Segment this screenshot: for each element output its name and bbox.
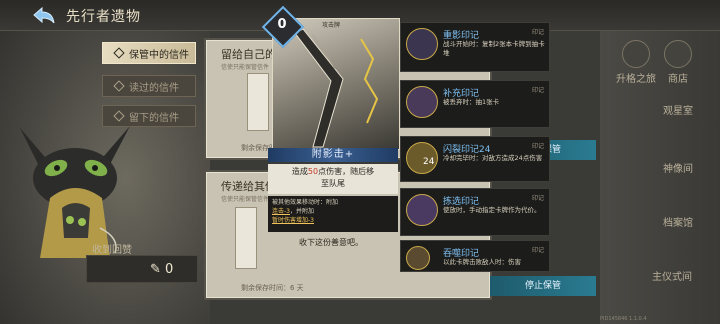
sidebar-item-archive[interactable]: 档案馆 bbox=[648, 214, 708, 229]
letter-subtitle: 信使只能保管信件 bbox=[221, 196, 270, 203]
sidebar-item-idol-hall[interactable]: 神像间 bbox=[648, 160, 708, 175]
card-damage-value: 50 bbox=[307, 167, 319, 176]
seal-card-4: 拣选印记 印记 使放时，手动指定卡牌作为代价。 bbox=[400, 188, 550, 236]
card-preview[interactable] bbox=[247, 73, 269, 131]
tab-read-letters[interactable]: 读过的信件 bbox=[102, 75, 196, 97]
tooltip-temp-damage[interactable]: 暂时伤害增加-3 bbox=[272, 217, 314, 224]
seal-desc: 冷却完毕时：对敌方造成24点伤害 bbox=[443, 154, 543, 162]
letter-subtitle: 信使只能保管信件 bbox=[221, 64, 270, 71]
sidebar-label: 神像间 bbox=[663, 164, 693, 175]
sidebar-item-ritual-hall[interactable]: 主仪式间 bbox=[642, 268, 702, 283]
seal-tag: 印记 bbox=[531, 143, 544, 150]
feather-icon: ✎ bbox=[150, 262, 161, 277]
tab-label: 保管中的信件 bbox=[129, 49, 189, 61]
seal-desc: 被丢弃时：抽1张卡 bbox=[443, 98, 500, 106]
tooltip-line-2: ，并附加 bbox=[289, 208, 314, 215]
stop-keeping-button-2[interactable]: 停止保管 bbox=[490, 276, 596, 296]
tab-label: 读过的信件 bbox=[129, 82, 179, 94]
sidebar-label: 商店 bbox=[668, 74, 688, 85]
received-praise-label: 收到回赞 bbox=[92, 245, 132, 256]
letter-title: 留给自己的 bbox=[221, 48, 276, 61]
devour-seal-icon bbox=[406, 246, 430, 270]
pick-seal-icon bbox=[406, 194, 438, 226]
seal-tag: 印记 bbox=[531, 195, 544, 202]
sidebar-item-shop[interactable]: 商店 bbox=[648, 40, 708, 85]
shop-icon bbox=[664, 40, 692, 68]
seal-card-1: 重影印记 印记 战斗开始时：复制2张本卡牌到抽卡堆 bbox=[400, 22, 550, 72]
seal-desc: 以此卡牌击败敌人时：伤害 bbox=[443, 258, 521, 266]
card-desc-pre: 造成 bbox=[291, 167, 308, 176]
seal-badge: 24 bbox=[423, 157, 435, 167]
sidebar-label: 观星室 bbox=[663, 106, 693, 117]
card-cost-value: 0 bbox=[277, 17, 287, 32]
version-text: PID145846 1.1.0.4 bbox=[600, 316, 647, 322]
card-desc-post: 点伤害，随后移 bbox=[318, 167, 375, 176]
card-desc-line2: 至队尾 bbox=[321, 179, 345, 188]
seal-desc: 战斗开始时：复制2张本卡牌到抽卡堆 bbox=[443, 40, 545, 57]
seal-tag: 印记 bbox=[531, 29, 544, 36]
card-description: 造成50点伤害，随后移 至队尾 bbox=[268, 164, 398, 194]
back-arrow-icon[interactable] bbox=[32, 6, 56, 24]
card-preview[interactable] bbox=[235, 207, 257, 269]
tab-kept-letters[interactable]: 保管中的信件 bbox=[102, 42, 196, 64]
received-count-value: 0 bbox=[165, 262, 174, 277]
received-praise-count: ✎ 0 bbox=[150, 262, 173, 277]
seal-card-3: 24 闪裂印记24 印记 冷却完毕时：对敌方造成24点伤害 bbox=[400, 136, 550, 182]
sidebar-label: 主仪式间 bbox=[652, 272, 692, 283]
seal-card-5: 吞噬印记 印记 以此卡牌击败敌人时：伤害 bbox=[400, 240, 550, 272]
seal-tag: 印记 bbox=[531, 87, 544, 94]
diamond-icon bbox=[113, 47, 125, 59]
sidebar-label: 档案馆 bbox=[663, 218, 693, 229]
seal-tag: 印记 bbox=[531, 247, 544, 254]
seal-card-2: 补充印记 印记 被丢弃时：抽1张卡 bbox=[400, 80, 550, 128]
ascension-icon bbox=[622, 40, 650, 68]
double-shadow-seal-icon bbox=[406, 28, 438, 60]
tooltip-line-1: 被其他效果移动时：附加 bbox=[272, 199, 339, 206]
refill-seal-icon bbox=[406, 86, 438, 118]
seal-desc: 使放时，手动指定卡牌作为代价。 bbox=[443, 206, 541, 214]
received-praise-box bbox=[86, 255, 198, 283]
card-type-label: 攻击牌 bbox=[322, 22, 341, 29]
page-title: 先行者遗物 bbox=[66, 9, 141, 25]
tooltip-combo[interactable]: 连击-3 bbox=[272, 208, 290, 215]
diamond-icon bbox=[113, 80, 125, 92]
card-name: 附影击+ bbox=[268, 148, 398, 162]
letter-note: 收下这份善意吧。 bbox=[299, 238, 363, 247]
letter-remain-time: 剩余保存时间：6 天 bbox=[241, 284, 304, 292]
card-tooltip: 被其他效果移动时：附加 连击-3，并附加 暂时伤害增加-3 bbox=[268, 196, 398, 232]
sidebar-item-observatory[interactable]: 观星室 bbox=[648, 102, 708, 117]
